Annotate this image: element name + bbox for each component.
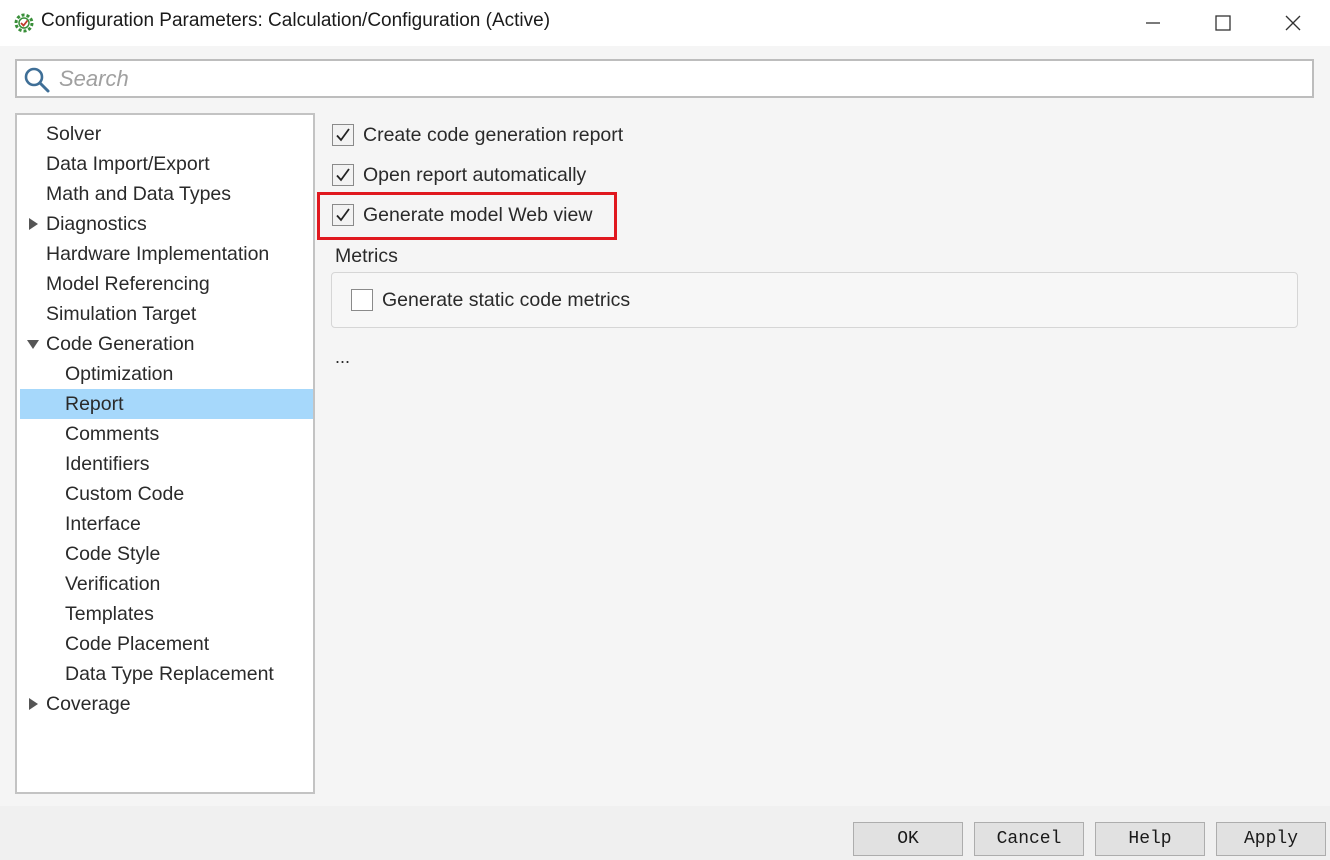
tree-item-label: Solver	[46, 123, 102, 145]
open-report-checkbox[interactable]	[332, 164, 354, 186]
tree-item-label: Identifiers	[65, 453, 150, 475]
tree-item-math-and-data-types[interactable]: Math and Data Types	[20, 179, 313, 209]
tree-item-identifiers[interactable]: Identifiers	[20, 449, 313, 479]
simulink-gear-icon	[14, 13, 34, 33]
tree-item-code-placement[interactable]: Code Placement	[20, 629, 313, 659]
expand-arrow-icon[interactable]	[26, 689, 40, 719]
tree-item-simulation-target[interactable]: Simulation Target	[20, 299, 313, 329]
ok-button[interactable]: OK	[853, 822, 963, 856]
tree-item-templates[interactable]: Templates	[20, 599, 313, 629]
tree-item-report[interactable]: Report	[20, 389, 313, 419]
search-icon	[24, 67, 50, 93]
more-options-ellipsis: ...	[335, 347, 351, 367]
tree-item-interface[interactable]: Interface	[20, 509, 313, 539]
tree-item-label: Coverage	[46, 693, 131, 715]
tree-item-label: Custom Code	[65, 483, 185, 505]
cancel-button[interactable]: Cancel	[974, 822, 1084, 856]
tree-item-hardware-implementation[interactable]: Hardware Implementation	[20, 239, 313, 269]
create-report-option[interactable]: Create code generation report	[332, 120, 623, 150]
tree-item-comments[interactable]: Comments	[20, 419, 313, 449]
tree-item-coverage[interactable]: Coverage	[20, 689, 313, 719]
maximize-icon	[1215, 15, 1231, 31]
search-input[interactable]	[57, 63, 1297, 95]
title-bar: Configuration Parameters: Calculation/Co…	[0, 0, 1330, 46]
tree-item-label: Code Style	[65, 543, 161, 565]
help-button[interactable]: Help	[1095, 822, 1205, 856]
tree-item-label: Simulation Target	[46, 303, 197, 325]
tree-item-label: Hardware Implementation	[46, 243, 270, 265]
tree-item-custom-code[interactable]: Custom Code	[20, 479, 313, 509]
tree-item-label: Data Type Replacement	[65, 663, 274, 685]
category-tree: Solver Data Import/Export Math and Data …	[15, 113, 315, 794]
search-box[interactable]	[15, 59, 1314, 98]
tree-item-label: Math and Data Types	[46, 183, 232, 205]
tree-item-label: Code Placement	[65, 633, 210, 655]
apply-button[interactable]: Apply	[1216, 822, 1326, 856]
tree-item-diagnostics[interactable]: Diagnostics	[20, 209, 313, 239]
checkmark-icon	[336, 128, 350, 142]
static-metrics-label: Generate static code metrics	[382, 288, 631, 311]
tree-item-label: Interface	[65, 513, 141, 535]
tree-item-verification[interactable]: Verification	[20, 569, 313, 599]
metrics-section-title: Metrics	[335, 245, 398, 267]
tree-item-code-generation[interactable]: Code Generation	[20, 329, 313, 359]
tree-item-optimization[interactable]: Optimization	[20, 359, 313, 389]
tree-item-label: Optimization	[65, 363, 174, 385]
static-metrics-checkbox[interactable]	[351, 289, 373, 311]
highlight-annotation	[317, 192, 617, 240]
window-title: Configuration Parameters: Calculation/Co…	[41, 10, 551, 31]
tree-item-label: Code Generation	[46, 333, 195, 355]
tree-item-label: Data Import/Export	[46, 153, 210, 175]
open-report-option[interactable]: Open report automatically	[332, 160, 586, 190]
tree-item-solver[interactable]: Solver	[20, 119, 313, 149]
tree-item-label: Templates	[65, 603, 154, 625]
tree-item-data-type-replacement[interactable]: Data Type Replacement	[20, 659, 313, 689]
tree-item-code-style[interactable]: Code Style	[20, 539, 313, 569]
tree-item-label: Verification	[65, 573, 161, 595]
expand-arrow-icon[interactable]	[26, 209, 40, 239]
tree-item-data-import-export[interactable]: Data Import/Export	[20, 149, 313, 179]
collapse-arrow-icon[interactable]	[26, 329, 40, 359]
minimize-button[interactable]	[1118, 0, 1188, 46]
tree-item-label: Model Referencing	[46, 273, 210, 295]
open-report-label: Open report automatically	[363, 163, 587, 186]
tree-item-model-referencing[interactable]: Model Referencing	[20, 269, 313, 299]
maximize-button[interactable]	[1188, 0, 1258, 46]
tree-item-label: Comments	[65, 423, 160, 445]
create-report-checkbox[interactable]	[332, 124, 354, 146]
minimize-icon	[1146, 22, 1160, 24]
static-metrics-option[interactable]: Generate static code metrics	[351, 285, 630, 315]
create-report-label: Create code generation report	[363, 123, 624, 146]
tree-item-label: Report	[65, 393, 124, 415]
close-button[interactable]	[1258, 0, 1328, 46]
checkmark-icon	[336, 168, 350, 182]
close-icon	[1285, 15, 1301, 31]
tree-item-label: Diagnostics	[46, 213, 147, 235]
